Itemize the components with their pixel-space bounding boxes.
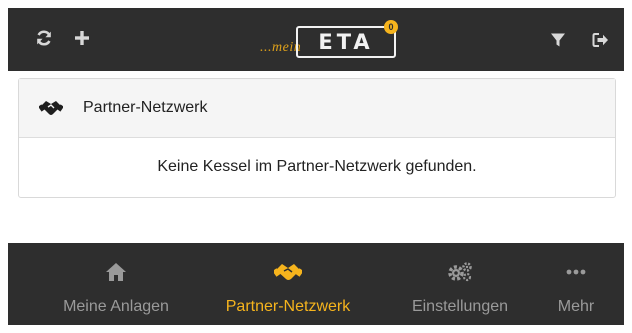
nav-label: Mehr: [557, 298, 595, 315]
nav-label: Meine Anlagen: [63, 298, 169, 315]
top-bar: ...mein ETA 0: [8, 8, 624, 71]
nav-item-meine-anlagen[interactable]: Meine Anlagen: [56, 243, 176, 325]
gears-icon: [447, 260, 473, 284]
filter-icon[interactable]: [548, 30, 568, 50]
refresh-icon[interactable]: [34, 28, 54, 48]
app-frame: ...mein ETA 0 Partner-Netzwerk Keine Kes…: [8, 8, 624, 325]
empty-message: Keine Kessel im Partner-Netzwerk gefunde…: [157, 158, 477, 175]
bottom-nav: Meine Anlagen Partner-Netzwerk Einstellu…: [8, 243, 624, 325]
nav-label: Partner-Netzwerk: [225, 298, 351, 315]
logout-icon[interactable]: [590, 30, 610, 50]
nav-label: Einstellungen: [411, 298, 509, 315]
top-right-actions: [548, 30, 610, 50]
logo-badge: 0: [384, 20, 398, 34]
handshake-icon: [274, 260, 302, 284]
handshake-icon: [38, 98, 64, 118]
more-icon: [566, 260, 586, 284]
nav-item-einstellungen[interactable]: Einstellungen: [400, 243, 520, 325]
top-left-actions: [34, 28, 92, 48]
partner-network-panel: Partner-Netzwerk Keine Kessel im Partner…: [18, 78, 616, 198]
panel-header: Partner-Netzwerk: [19, 79, 615, 138]
home-icon: [105, 260, 127, 284]
plus-icon[interactable]: [72, 28, 92, 48]
nav-item-partner-netzwerk[interactable]: Partner-Netzwerk: [216, 243, 360, 325]
nav-item-mehr[interactable]: Mehr: [544, 243, 608, 325]
logo-wordmark: ETA: [296, 26, 396, 58]
eta-logo: ...mein ETA 0: [260, 20, 398, 60]
panel-title: Partner-Netzwerk: [83, 99, 208, 116]
